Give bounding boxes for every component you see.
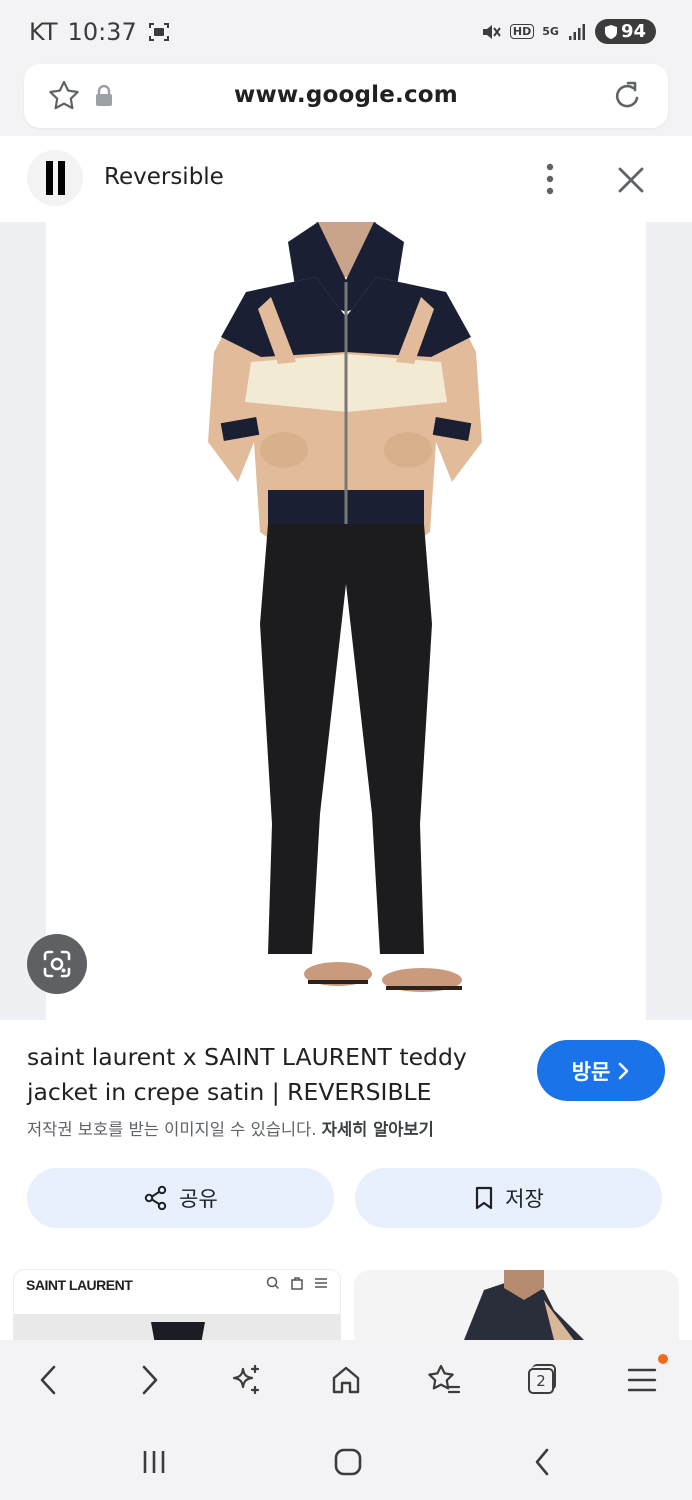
screen-capture-icon [148, 23, 169, 41]
system-navigation [0, 1422, 692, 1500]
jacket-photo [208, 222, 482, 992]
network-type: 5G [542, 25, 559, 38]
recents-button[interactable] [134, 1442, 174, 1482]
home-nav-button[interactable] [328, 1442, 368, 1482]
battery-indicator: 94 [594, 19, 656, 44]
mute-icon [482, 24, 501, 39]
back-icon [40, 1365, 56, 1395]
image-viewer [0, 222, 692, 1020]
url-bar[interactable]: www.google.com [24, 64, 668, 128]
bookmarks-button[interactable] [424, 1360, 464, 1400]
tab-count: 2 [528, 1368, 554, 1394]
notification-dot [658, 1354, 668, 1364]
copyright-notice: 저작권 보호를 받는 이미지일 수 있습니다. 자세히 알아보기 [27, 1116, 434, 1140]
menu-button[interactable] [622, 1360, 662, 1400]
result-title[interactable]: saint laurent x SAINT LAURENT teddy jack… [27, 1040, 517, 1110]
more-vert-icon[interactable] [538, 161, 562, 197]
ai-button[interactable] [226, 1360, 266, 1400]
lens-search-button[interactable] [27, 934, 87, 994]
tabs-button[interactable]: 2 [522, 1360, 562, 1400]
close-icon[interactable] [614, 163, 648, 197]
home-nav-icon [334, 1448, 362, 1476]
signal-icon [568, 23, 585, 40]
lens-icon [43, 950, 71, 978]
share-icon [144, 1185, 167, 1211]
related-icons [266, 1276, 328, 1290]
back-button[interactable] [28, 1360, 68, 1400]
visit-label: 방문 [571, 1059, 611, 1084]
status-bar: KT 10:37 HD 5G 94 [0, 0, 692, 62]
related-brand: SAINT LAURENT [26, 1277, 133, 1293]
learn-more-link[interactable]: 자세히 알아보기 [322, 1120, 434, 1139]
bag-icon [291, 1277, 303, 1290]
forward-icon [142, 1365, 158, 1395]
share-label: 공유 [179, 1187, 218, 1211]
tabs-icon: 2 [526, 1364, 558, 1396]
browser-toolbar: 2 [0, 1340, 692, 1422]
related-image-strip [14, 1314, 340, 1340]
shield-icon [604, 24, 617, 39]
product-image[interactable] [46, 222, 646, 1020]
related-result-2[interactable] [354, 1270, 679, 1340]
search-icon [266, 1276, 280, 1290]
menu-icon [315, 1278, 327, 1288]
site-logo [27, 150, 83, 206]
menu-icon [627, 1368, 657, 1392]
save-button[interactable]: 저장 [355, 1168, 662, 1228]
share-button[interactable]: 공유 [27, 1168, 334, 1228]
hd-badge: HD [509, 24, 535, 39]
bookmarks-icon [428, 1364, 461, 1394]
header-title: Reversible [104, 164, 224, 190]
chevron-right-icon [619, 1062, 629, 1079]
status-left: KT 10:37 [29, 18, 171, 46]
battery-level: 94 [620, 21, 646, 42]
back-nav-icon [535, 1448, 549, 1476]
sparkle-icon [232, 1364, 260, 1395]
reload-icon[interactable] [610, 78, 644, 114]
forward-button[interactable] [130, 1360, 170, 1400]
copyright-text: 저작권 보호를 받는 이미지일 수 있습니다. [27, 1120, 317, 1139]
back-nav-button[interactable] [522, 1442, 562, 1482]
bookmark-icon [476, 1186, 493, 1210]
home-icon [332, 1366, 360, 1394]
status-right: HD 5G 94 [480, 19, 656, 44]
visit-button[interactable]: 방문 [537, 1040, 665, 1101]
url-text[interactable]: www.google.com [24, 82, 668, 108]
recents-icon [143, 1451, 165, 1473]
home-button[interactable] [326, 1360, 366, 1400]
carrier-label: KT [29, 18, 58, 46]
result-info: saint laurent x SAINT LAURENT teddy jack… [0, 1020, 692, 1340]
result-header: Reversible [0, 136, 692, 222]
save-label: 저장 [505, 1187, 544, 1211]
clock: 10:37 [67, 18, 137, 46]
related-image [464, 1270, 584, 1340]
related-result-1[interactable]: SAINT LAURENT [14, 1270, 340, 1340]
